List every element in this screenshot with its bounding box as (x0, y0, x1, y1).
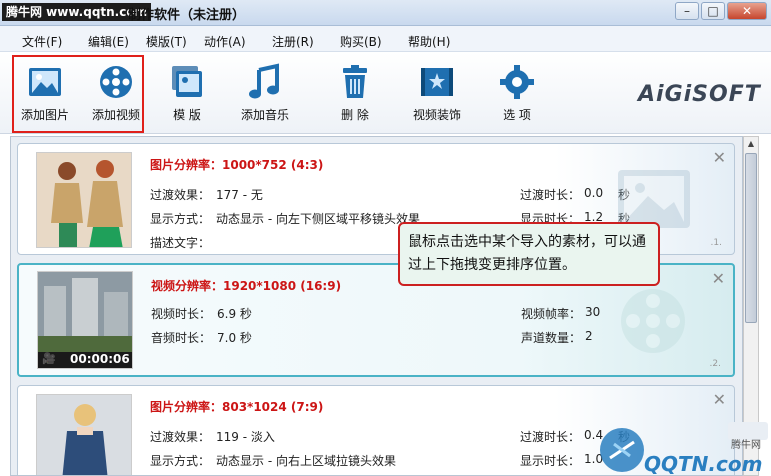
menu-buy[interactable]: 购买(B) (340, 33, 382, 50)
corner-logo-text: QQTN.com (644, 452, 763, 476)
video-timecode: 00:00:06 (70, 352, 130, 366)
close-window-button[interactable]: ✕ (727, 2, 767, 20)
title-bar: 腾牛网 www.qqtn.com 制作软件（未注册） – □ ✕ (0, 0, 771, 26)
video-thumbnail: 🎥 00:00:06 (37, 271, 133, 369)
delete-label: 删 除 (341, 108, 369, 122)
scroll-up-arrow-icon[interactable]: ▲ (744, 137, 758, 151)
display-mode-label: 显示方式： (150, 454, 211, 468)
brand-logo: AiGiSOFT (638, 82, 761, 107)
audio-channels-value: 2 (585, 329, 593, 343)
tip-callout: 鼠标点击选中某个导入的素材，可以通过上下拖拽变更排序位置。 (398, 222, 660, 286)
description-label: 描述文字： (150, 236, 211, 250)
options-label: 选 项 (503, 108, 531, 122)
corner-logo-badge: 腾牛网 (731, 440, 761, 451)
transition-time-label: 过渡时长： (520, 188, 581, 202)
audio-duration-value: 7.0 秒 (217, 331, 252, 345)
delete-button[interactable]: 删 除 (320, 58, 390, 130)
resolution-label: 图片分辨率：803*1024 (7:9) (150, 400, 324, 414)
menu-action[interactable]: 动作(A) (204, 33, 246, 50)
add-music-button[interactable]: 添加音乐 (230, 58, 300, 130)
window-controls: – □ ✕ (675, 2, 767, 20)
item-index: .1. (710, 238, 722, 248)
menu-register[interactable]: 注册(R) (272, 33, 314, 50)
frame-rate-label: 视频帧率： (521, 307, 582, 321)
video-resolution-label: 视频分辨率：1920*1080 (16:9) (151, 279, 342, 293)
maximize-button[interactable]: □ (701, 2, 725, 20)
menu-template[interactable]: 模版(T) (146, 33, 187, 50)
transition-effect-value[interactable]: 177 - 无 (216, 186, 263, 203)
template-icon (172, 66, 202, 97)
menu-help[interactable]: 帮助(H) (408, 33, 450, 50)
video-decoration-button[interactable]: 视频装饰 (402, 58, 472, 130)
video-duration-label: 视频时长： (151, 307, 212, 321)
transition-effect-label: 过渡效果： (150, 430, 211, 444)
transition-effect-value[interactable]: 119 - 淡入 (216, 428, 275, 445)
minimize-button[interactable]: – (675, 2, 699, 20)
music-icon (249, 63, 279, 99)
frame-rate-value: 30 (585, 305, 601, 319)
menu-bar: 文件(F) 编辑(E) 模版(T) 动作(A) 注册(R) 购买(B) 帮助(H… (0, 26, 771, 52)
audio-duration-label: 音频时长： (151, 331, 212, 345)
template-button[interactable]: 模 版 (152, 58, 222, 130)
gear-icon (500, 65, 534, 99)
menu-file[interactable]: 文件(F) (22, 33, 62, 50)
scroll-thumb[interactable] (745, 153, 757, 323)
resolution-label: 图片分辨率：1000*752 (4:3) (150, 158, 324, 172)
template-label: 模 版 (173, 108, 201, 122)
remove-item-close-icon[interactable]: ✕ (713, 390, 726, 409)
video-duration-value: 6.9 秒 (217, 307, 252, 321)
window-title: 制作软件（未注册） (128, 8, 246, 23)
add-media-highlight (12, 55, 144, 133)
video-decoration-label: 视频装饰 (412, 108, 461, 122)
menu-edit[interactable]: 编辑(E) (88, 33, 129, 50)
video-camera-icon: 🎥 (42, 352, 56, 365)
transition-effect-label: 过渡效果： (150, 188, 211, 202)
display-mode-label: 显示方式： (150, 212, 211, 226)
display-time-label: 显示时长： (520, 454, 581, 468)
item-index: .2. (709, 359, 721, 369)
video-watermark-icon (621, 289, 685, 353)
add-music-label: 添加音乐 (240, 108, 289, 122)
transition-time-label: 过渡时长： (520, 430, 581, 444)
decoration-icon (421, 68, 453, 96)
remove-item-close-icon[interactable]: ✕ (712, 269, 725, 288)
options-button[interactable]: 选 项 (482, 58, 552, 130)
image-thumbnail (36, 394, 132, 475)
audio-channels-label: 声道数量： (521, 331, 582, 345)
display-mode-value[interactable]: 动态显示 - 向左下侧区域平移镜头效果 (216, 210, 420, 227)
portrait-photo-thumbnail (37, 395, 131, 475)
display-mode-value[interactable]: 动态显示 - 向右上区域拉镜头效果 (216, 452, 396, 469)
image-thumbnail (36, 152, 132, 248)
fashion-photo-thumbnail (37, 153, 131, 247)
transition-time-value[interactable]: 0.0 (584, 186, 603, 200)
remove-item-close-icon[interactable]: ✕ (713, 148, 726, 167)
trash-icon (343, 65, 367, 98)
